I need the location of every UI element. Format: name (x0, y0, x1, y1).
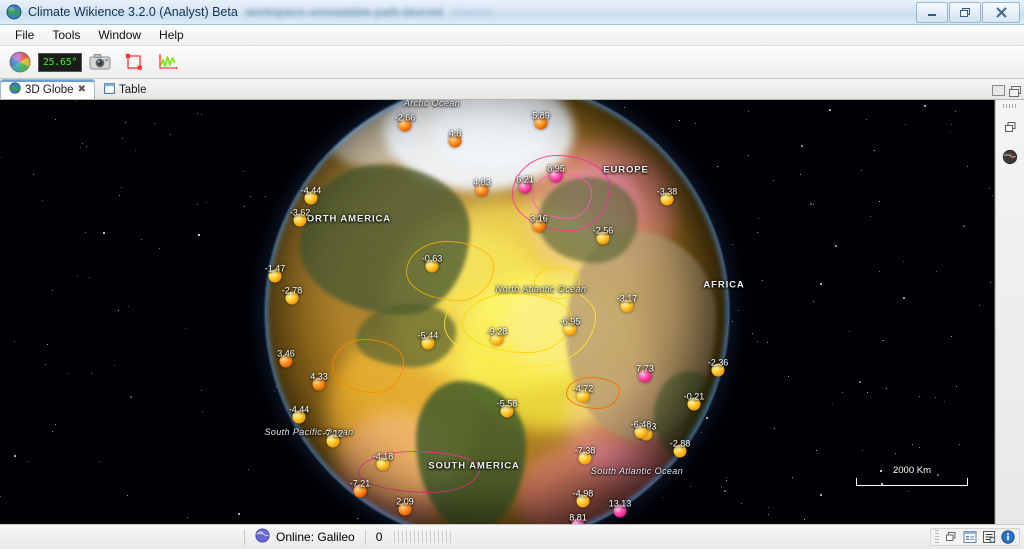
status-bar-icon-tray (930, 528, 1020, 546)
menu-bar: File Tools Window Help (0, 25, 1024, 46)
drag-grip[interactable] (1003, 104, 1017, 108)
application-window: Climate Wikience 3.2.0 (Analyst) Beta wo… (0, 0, 1024, 549)
minimize-button[interactable] (916, 2, 948, 23)
maximize-view-icon[interactable] (1009, 85, 1021, 97)
color-palette-globe-icon[interactable] (4, 48, 36, 76)
tab-table[interactable]: Table (95, 79, 156, 99)
status-bar: Online: Galileo 0 (0, 524, 1024, 549)
scale-bar: 2000 Km (856, 465, 968, 486)
earth-globe[interactable] (266, 100, 728, 524)
status-counter-cell: 0 (366, 525, 716, 549)
tab-label-table: Table (118, 83, 147, 96)
restore-icon[interactable] (944, 530, 958, 544)
status-counter: 0 (375, 530, 383, 544)
table-icon (104, 82, 115, 97)
right-tool-strip (995, 100, 1024, 524)
window-subtitle-blurred-2: blurred (452, 5, 492, 19)
tab-label-3d-globe: 3D Globe (25, 83, 74, 96)
temperature-readout: 25.65° (38, 52, 82, 72)
menu-file[interactable]: File (6, 26, 43, 44)
properties-icon[interactable] (982, 530, 996, 544)
title-bar: Climate Wikience 3.2.0 (Analyst) Beta wo… (0, 0, 1024, 25)
online-status[interactable]: Online: Galileo (245, 525, 365, 549)
globe-icon (9, 82, 21, 97)
window-controls (916, 2, 1020, 23)
app-globe-icon (6, 4, 22, 20)
scale-bar-label: 2000 Km (892, 465, 932, 476)
close-button[interactable] (982, 2, 1020, 23)
globe-icon (255, 528, 270, 546)
main-toolbar: 25.65° (0, 46, 1024, 79)
close-icon[interactable]: ✖ (78, 84, 86, 95)
camera-snapshot-icon[interactable] (84, 48, 116, 76)
status-left-cell (0, 525, 244, 549)
progress-placeholder (394, 531, 455, 543)
restore-button[interactable] (949, 2, 981, 23)
editor-tab-bar: 3D Globe ✖ Table (0, 79, 1024, 100)
window-subtitle-blurred: workspace-unreadable-path-blurred (245, 5, 443, 19)
online-status-label: Online: Galileo (276, 530, 355, 544)
main-content: Arctic Ocean NORTH AMERICA EUROPE AFRICA Nor… (0, 100, 1024, 524)
chart-plot-icon[interactable] (152, 48, 184, 76)
window-title: Climate Wikience 3.2.0 (Analyst) Beta (28, 5, 238, 19)
editor-view-controls (992, 85, 1021, 97)
menu-window[interactable]: Window (89, 26, 150, 44)
outline-view-icon[interactable] (963, 530, 977, 544)
globe-viewport[interactable]: Arctic Ocean NORTH AMERICA EUROPE AFRICA Nor… (0, 100, 995, 524)
menu-help[interactable]: Help (150, 26, 193, 44)
region-select-icon[interactable] (118, 48, 150, 76)
menu-tools[interactable]: Tools (43, 26, 89, 44)
restore-view-icon[interactable] (999, 116, 1021, 138)
tray-grip[interactable] (935, 530, 939, 544)
info-icon[interactable] (1001, 530, 1015, 544)
scale-bar-line (856, 478, 968, 486)
tab-3d-globe[interactable]: 3D Globe ✖ (0, 79, 95, 99)
globe-perspective-icon[interactable] (999, 146, 1021, 168)
minimize-view-icon[interactable] (992, 85, 1005, 96)
